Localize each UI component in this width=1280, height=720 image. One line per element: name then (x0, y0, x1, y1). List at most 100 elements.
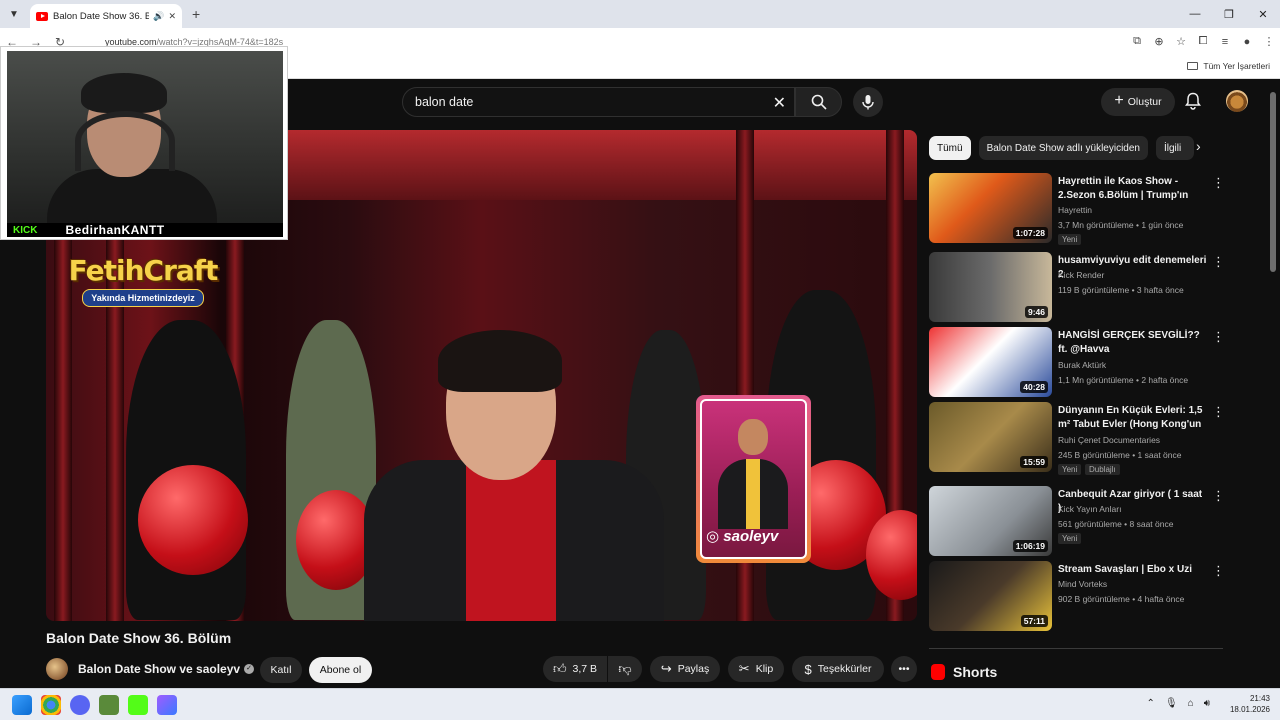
more-actions-button[interactable]: ••• (891, 656, 917, 682)
close-tab-icon[interactable]: ✕ (168, 11, 176, 22)
chrome-icon[interactable] (41, 695, 61, 715)
recommendation-item[interactable]: 15:59 Dünyanın En Küçük Evleri: 1,5 m² T… (929, 402, 1229, 475)
subscribe-button[interactable]: Abone ol (309, 657, 372, 683)
video-thumbnail[interactable]: 40:28 (929, 327, 1052, 397)
minecraft-icon[interactable] (99, 695, 119, 715)
more-vertical-icon[interactable]: ⋮ (1212, 175, 1225, 191)
menu-icon[interactable]: ⋮ (1258, 35, 1280, 48)
zoom-icon[interactable]: ⊕ (1148, 35, 1170, 48)
install-app-icon[interactable]: ⧉ (1126, 35, 1148, 48)
share-button[interactable]: ↪ Paylaş (650, 656, 720, 682)
logo-subtitle: Yakında Hizmetinizdeyiz (82, 289, 204, 307)
search-value: balon date (415, 95, 474, 109)
recommendation-item[interactable]: 9:46 husamviyuviyu edit denemeleri 2 Kic… (929, 252, 1229, 322)
card-handle-text: saoleyv (723, 528, 779, 545)
dislike-button[interactable]: 👎︎ (608, 656, 642, 682)
close-window-button[interactable]: ✕ (1246, 0, 1280, 28)
recommendation-channel: Kick Render (1058, 270, 1105, 280)
clip-label: Klip (755, 663, 774, 675)
reading-list-icon[interactable]: ≡ (1214, 36, 1236, 48)
search-input[interactable]: balon date ✕ (402, 87, 795, 117)
video-thumbnail[interactable]: 9:46 (929, 252, 1052, 322)
upload-age: 1 saat önce (1137, 450, 1182, 460)
start-windows-icon[interactable] (12, 695, 32, 715)
headphones (75, 111, 175, 171)
upload-age: 1 gün önce (1141, 220, 1184, 230)
card-shirt (746, 459, 760, 529)
join-button[interactable]: Katıl (260, 657, 302, 683)
clear-search-icon[interactable]: ✕ (773, 93, 786, 113)
speaker-icon[interactable]: 🔊 (153, 11, 164, 22)
notifications-bell-icon[interactable] (1185, 92, 1201, 110)
clip-button[interactable]: ✂ Klip (728, 656, 784, 682)
volume-icon[interactable]: 🔊︎ (1204, 698, 1210, 709)
search-button[interactable] (795, 87, 842, 117)
more-vertical-icon[interactable]: ⋮ (1212, 563, 1225, 579)
share-icon: ↪ (660, 661, 672, 676)
clock-time: 21:43 (1249, 694, 1270, 703)
network-icon[interactable]: ⌂ (1188, 698, 1194, 709)
new-badge: Yeni (1058, 533, 1082, 544)
app-icon[interactable] (157, 695, 177, 715)
microphone-icon (862, 95, 874, 110)
discord-icon[interactable] (70, 695, 90, 715)
microphone-tray-icon[interactable]: 🎙︎ (1165, 698, 1178, 709)
fetihcraft-logo: FetihCraft Yakında Hizmetinizdeyiz (68, 254, 218, 346)
all-bookmarks-button[interactable]: Tüm Yer İşaretleri (1187, 61, 1270, 71)
windows-taskbar: ⌃ 🎙︎ ⌂ 🔊︎ 21:43 18.01.2026 (0, 688, 1280, 720)
bookmark-star-icon[interactable]: ☆ (1170, 35, 1192, 48)
recommendation-channel: Hayrettin (1058, 205, 1093, 215)
duration-badge: 40:28 (1020, 381, 1048, 393)
join-label: Katıl (270, 664, 292, 676)
account-avatar[interactable] (1226, 90, 1248, 112)
tab-title: Balon Date Show 36. Bölüm (53, 10, 150, 22)
chevron-up-icon[interactable]: ⌃ (1147, 698, 1155, 709)
recommendation-item[interactable]: 57:11 Stream Savaşları | Ebo x Uzi Mind … (929, 561, 1229, 631)
profile-icon[interactable]: ● (1236, 36, 1258, 48)
recommendation-item[interactable]: 1:06:19 Canbequit Azar giriyor ( 1 saat … (929, 486, 1229, 556)
view-count: 902 B görüntüleme (1058, 594, 1130, 604)
channel-avatar[interactable] (46, 658, 68, 680)
filter-chips: Tümü Balon Date Show adlı yükleyiciden İ… (929, 136, 1194, 160)
extensions-icon[interactable]: ⧠ (1192, 35, 1214, 48)
video-thumbnail[interactable]: 15:59 (929, 402, 1052, 472)
chip-related[interactable]: İlgili (1156, 136, 1194, 160)
video-thumbnail[interactable]: 1:06:19 (929, 486, 1052, 556)
like-button[interactable]: 👍︎ 3,7 B (543, 656, 607, 682)
chip-all[interactable]: Tümü (929, 136, 971, 160)
shorts-header: Shorts (931, 664, 997, 680)
host-hair (438, 330, 562, 392)
new-badge: Yeni (1058, 234, 1082, 245)
logo-title: FetihCraft (68, 254, 219, 287)
chip-from-uploader[interactable]: Balon Date Show adlı yükleyiciden (978, 136, 1148, 160)
toolbar-actions: ⧉ ⊕ ☆ ⧠ ≡ ● ⋮ (1126, 28, 1280, 55)
channel-name[interactable]: Balon Date Show ve saoleyv (78, 662, 240, 676)
more-vertical-icon[interactable]: ⋮ (1212, 404, 1225, 420)
kick-app-icon[interactable] (128, 695, 148, 715)
divider (929, 648, 1223, 649)
create-button[interactable]: + Oluştur (1101, 88, 1175, 116)
view-count: 561 görüntüleme (1058, 519, 1122, 529)
minimize-button[interactable]: — (1178, 0, 1212, 28)
duration-badge: 9:46 (1024, 306, 1048, 318)
video-thumbnail[interactable]: 1:07:28 (929, 173, 1052, 243)
recommendation-item[interactable]: 40:28 HANGİSİ GERÇEK SEVGİLİ?? ft. @Havv… (929, 327, 1229, 397)
view-count: 3,7 Mn görüntüleme (1058, 220, 1134, 230)
voice-search-button[interactable] (853, 87, 883, 117)
more-vertical-icon[interactable]: ⋮ (1212, 254, 1225, 270)
restore-button[interactable]: ❐ (1212, 0, 1246, 28)
recommendation-meta: 561 görüntüleme • 8 saat önce (1058, 519, 1174, 529)
more-vertical-icon[interactable]: ⋮ (1212, 488, 1225, 504)
view-count: 119 B görüntüleme (1058, 285, 1130, 295)
page-scrollbar[interactable] (1270, 92, 1276, 272)
tab-search-button[interactable]: ▼ (4, 4, 24, 24)
recommendation-item[interactable]: 1:07:28 Hayrettin ile Kaos Show - 2.Sezo… (929, 173, 1229, 245)
clock[interactable]: 21:43 18.01.2026 (1230, 693, 1270, 715)
recommendation-channel: Ruhi Çenet Documentaries (1058, 435, 1161, 445)
thanks-button[interactable]: $ Teşekkürler (792, 656, 884, 682)
new-tab-button[interactable]: + (192, 6, 200, 22)
video-thumbnail[interactable]: 57:11 (929, 561, 1052, 631)
browser-tab-active[interactable]: Balon Date Show 36. Bölüm 🔊 ✕ (30, 4, 182, 28)
chevron-right-icon[interactable]: › (1196, 138, 1201, 154)
more-vertical-icon[interactable]: ⋮ (1212, 329, 1225, 345)
